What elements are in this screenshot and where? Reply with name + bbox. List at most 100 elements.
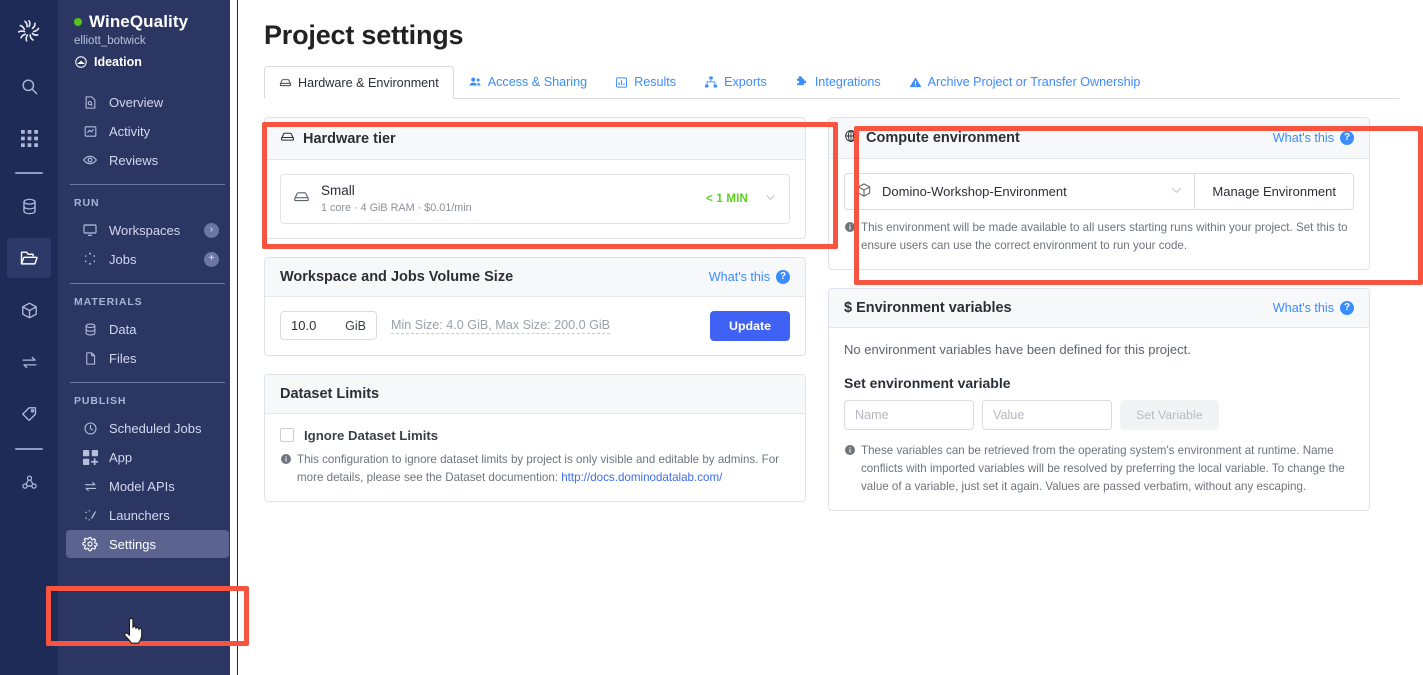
compute-environment-select[interactable]: Domino-Workshop-Environment (844, 173, 1196, 210)
tab-label: Access & Sharing (487, 75, 588, 89)
sidebar-item-files[interactable]: Files (66, 344, 229, 372)
dataset-limits-note: This configuration to ignore dataset lim… (280, 451, 790, 487)
tab-results[interactable]: Results (601, 66, 690, 98)
dataset-limits-card: Dataset Limits Ignore Dataset Limits Thi… (264, 373, 806, 502)
tab-hardware-environment[interactable]: Hardware & Environment (264, 66, 454, 99)
sidebar-group-materials: MATERIALS (74, 296, 143, 308)
tab-archive-transfer[interactable]: Archive Project or Transfer Ownership (895, 66, 1155, 98)
database-icon[interactable] (7, 186, 51, 226)
sidebar-item-app[interactable]: App (66, 443, 229, 471)
hardware-tier-start-time: < 1 MIN (706, 192, 748, 205)
volume-size-unit: GiB (345, 318, 366, 333)
tab-access-sharing[interactable]: Access & Sharing (454, 66, 601, 98)
app-root: WineQuality elliott_botwick Ideation Ove… (0, 0, 1423, 675)
project-sidebar: WineQuality elliott_botwick Ideation Ove… (58, 0, 238, 675)
tab-label: Exports (724, 75, 767, 89)
sidebar-item-label: Jobs (109, 251, 137, 267)
volume-size-title: Workspace and Jobs Volume Size (280, 268, 514, 285)
sidebar-item-launchers[interactable]: Launchers (66, 501, 229, 529)
question-mark-icon: ? (776, 269, 790, 284)
tag-icon[interactable] (7, 394, 51, 434)
sidebar-item-activity[interactable]: Activity (66, 117, 229, 145)
chevron-down-icon[interactable] (1170, 184, 1183, 200)
ignore-dataset-limits-checkbox[interactable] (280, 428, 294, 443)
compute-environment-note-text: This environment will be made available … (861, 221, 1348, 252)
tab-label: Results (634, 75, 677, 89)
tab-label: Hardware & Environment (298, 75, 439, 90)
settings-columns: Hardware tier Small 1 core · 4 GiB RAM ·… (264, 117, 1399, 529)
tab-exports[interactable]: Exports (690, 66, 781, 98)
ideation-icon (75, 56, 87, 68)
volume-size-value: 10.0 (291, 318, 317, 334)
globe-grid-icon (844, 129, 858, 147)
domino-logo-icon[interactable] (9, 8, 49, 54)
question-mark-icon: ? (1340, 131, 1354, 145)
launcher-icon (82, 507, 98, 523)
volume-update-button[interactable]: Update (710, 310, 790, 341)
clock-icon (82, 420, 98, 436)
project-stage[interactable]: Ideation (74, 55, 221, 69)
compute-environment-note: This environment will be made available … (844, 219, 1354, 255)
global-icon-rail (0, 0, 58, 675)
hardware-tier-selector[interactable]: Small 1 core · 4 GiB RAM · $0.01/min < 1… (280, 174, 790, 224)
hardware-tier-title: Hardware tier (303, 130, 396, 147)
transfer-icon[interactable] (7, 342, 51, 382)
page-title: Project settings (264, 20, 464, 50)
tab-label: Integrations (814, 75, 881, 89)
sidebar-item-workspaces[interactable]: Workspaces › (66, 216, 229, 244)
dataset-docs-link[interactable]: http://docs.dominodatalab.com/ (561, 471, 722, 484)
volume-whats-this-link[interactable]: What's this ? (709, 269, 790, 284)
sidebar-item-label: Settings (109, 536, 156, 552)
sidebar-item-label: App (109, 449, 133, 465)
info-icon (280, 453, 292, 471)
env-vars-note-text: These variables can be retrieved from th… (861, 443, 1345, 493)
sidebar-item-label: Scheduled Jobs (109, 420, 202, 436)
jobs-add-badge[interactable]: + (204, 251, 219, 267)
chevron-down-icon[interactable] (764, 191, 777, 207)
sidebar-item-label: Overview (109, 94, 164, 110)
dataset-limits-card-body: Ignore Dataset Limits This configuration… (265, 414, 805, 501)
sidebar-item-settings[interactable]: Settings (66, 530, 229, 558)
set-variable-button[interactable]: Set Variable (1120, 399, 1219, 430)
workspaces-open-badge[interactable]: › (204, 222, 219, 238)
hardware-tier-specs: 1 core · 4 GiB RAM · $0.01/min (321, 201, 472, 214)
dataset-limits-title: Dataset Limits (280, 385, 380, 402)
people-network-icon[interactable] (7, 462, 51, 502)
sidebar-item-data[interactable]: Data (66, 315, 229, 343)
gear-icon (82, 536, 98, 552)
sidebar-item-label: Reviews (109, 152, 159, 168)
settings-tabs: Hardware & Environment Access & Sharing … (264, 66, 1399, 99)
search-icon[interactable] (7, 66, 51, 106)
hardware-icon (279, 76, 292, 89)
cube-icon[interactable] (7, 290, 51, 330)
sidebar-scrollbar[interactable] (230, 0, 237, 675)
tab-integrations[interactable]: Integrations (781, 66, 895, 98)
project-name: WineQuality (89, 12, 189, 31)
sitemap-icon (704, 75, 718, 89)
volume-size-input[interactable]: 10.0 GiB (280, 311, 377, 341)
manage-environment-button[interactable]: Manage Environment (1195, 173, 1354, 210)
transfer-icon (82, 478, 98, 494)
volume-size-card-header: Workspace and Jobs Volume Size What's th… (265, 257, 805, 297)
overview-icon (82, 94, 98, 110)
environment-variables-title: $ Environment variables (844, 299, 1012, 316)
hardware-icon (293, 188, 310, 210)
eye-icon (82, 152, 98, 168)
rail-divider-2 (15, 448, 43, 450)
env-var-name-input[interactable] (844, 399, 974, 430)
sidebar-divider-materials (70, 283, 225, 284)
sidebar-item-overview[interactable]: Overview (66, 88, 229, 116)
warning-icon (909, 76, 922, 89)
env-var-value-input[interactable] (982, 399, 1112, 430)
sidebar-item-scheduled-jobs[interactable]: Scheduled Jobs (66, 414, 229, 442)
apps-grid-icon[interactable] (7, 118, 51, 158)
sidebar-item-jobs[interactable]: Jobs + (66, 245, 229, 273)
compute-environment-card-header: Compute environment What's this ? (829, 118, 1369, 159)
env-vars-whats-this-link[interactable]: What's this ? (1273, 300, 1354, 315)
main-content: Project settings Hardware & Environment … (238, 0, 1423, 675)
sidebar-item-reviews[interactable]: Reviews (66, 146, 229, 174)
folder-open-icon[interactable] (7, 238, 51, 278)
sidebar-item-model-apis[interactable]: Model APIs (66, 472, 229, 500)
cube-icon (856, 182, 872, 201)
compute-whats-this-link[interactable]: What's this ? (1273, 131, 1354, 145)
